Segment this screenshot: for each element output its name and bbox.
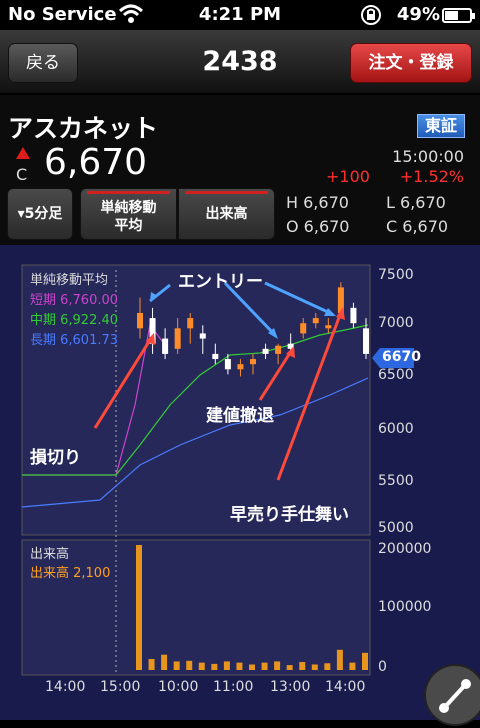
- up-arrow-icon: [16, 147, 30, 159]
- high-value: H 6,670: [286, 193, 349, 212]
- volume-value: 出来高 2,100: [30, 566, 111, 581]
- candle-body: [350, 307, 357, 324]
- current-price-tag: 6670: [382, 349, 421, 365]
- close-value: C 6,670: [386, 217, 449, 236]
- volume-bar: [286, 665, 293, 670]
- volume-title: 出来高: [30, 547, 70, 562]
- price-tick-7500: 7500: [378, 267, 414, 283]
- volume-bar: [136, 545, 142, 670]
- time-tick-1400b: 14:00: [325, 679, 366, 695]
- volume-bar: [186, 660, 193, 670]
- exchange-badge[interactable]: 東証: [417, 114, 465, 138]
- candle-body: [137, 312, 143, 329]
- volume-bar: [173, 661, 180, 670]
- company-name: アスカネット: [8, 114, 159, 143]
- status-bar: No Service 4:21 PM 49%: [0, 0, 480, 30]
- ma-legend-title: 単純移動平均: [30, 273, 109, 288]
- candle-body: [187, 318, 194, 329]
- volume-tick-100000: 100000: [378, 599, 432, 615]
- time-tick-1400a: 14:00: [45, 679, 86, 695]
- volume-bar: [198, 662, 205, 670]
- chart-tool-button[interactable]: [424, 664, 480, 726]
- long-ma-legend: 長期 6,601.73: [30, 333, 119, 348]
- candle-body: [363, 328, 369, 354]
- link-icon: [439, 679, 471, 713]
- volume-bar: [211, 663, 218, 670]
- quote-panel: アスカネット 東証 C 6,670 15:00:00 +100 +1.52% ▾…: [0, 95, 480, 245]
- price-tick-6500: 6500: [378, 367, 414, 383]
- price-tick-5000: 5000: [378, 520, 414, 536]
- volume-tick-200000: 200000: [378, 541, 432, 557]
- chart-area[interactable]: 単純移動平均 短期 6,760.00 中期 6,922.40 長期 6,601.…: [0, 245, 480, 720]
- mid-ma-legend: 中期 6,922.40: [30, 313, 119, 328]
- volume-bar: [148, 658, 155, 670]
- volume-bar: [223, 661, 230, 670]
- battery-icon: [442, 8, 475, 23]
- annotation-breakeven: 建値撤退: [206, 406, 274, 426]
- price-label: C: [16, 165, 28, 184]
- volume-bar: [336, 649, 343, 670]
- time-tick-1000: 10:00: [158, 679, 199, 695]
- price-tick-6000: 6000: [378, 421, 414, 437]
- candle-body: [250, 359, 256, 365]
- volume-bar: [324, 663, 331, 670]
- volume-bar: [311, 664, 318, 670]
- annotation-stop-loss: 損切り: [30, 448, 81, 468]
- volume-bar: [274, 661, 281, 670]
- candle-body: [212, 353, 219, 360]
- time-tick-1300: 13:00: [270, 679, 311, 695]
- price-tick-7000: 7000: [378, 315, 414, 331]
- candle-body: [312, 318, 319, 324]
- price-change: +100: [326, 167, 370, 186]
- time-tick-1100: 11:00: [213, 679, 254, 695]
- volume-bar: [236, 662, 243, 670]
- volume-panel: [21, 539, 371, 676]
- candle-body: [199, 333, 206, 339]
- candle-body: [325, 325, 332, 329]
- open-value: O 6,670: [286, 217, 350, 236]
- volume-bar: [349, 662, 356, 670]
- battery-percent: 49%: [396, 4, 440, 25]
- annotation-entry: エントリー: [178, 272, 263, 292]
- short-ma-legend: 短期 6,760.00: [30, 293, 119, 308]
- candle-body: [237, 364, 244, 370]
- volume-label: 出来高: [205, 206, 248, 222]
- candle-body: [162, 338, 169, 354]
- moving-average-button[interactable]: 単純移動 平均: [80, 188, 177, 240]
- candle-body: [224, 359, 231, 370]
- rotation-lock-icon: [361, 5, 381, 25]
- current-price: 6,670: [44, 142, 148, 183]
- nav-bar: 戻る 2438 注文・登録: [0, 30, 480, 94]
- moving-average-label: 単純移動 平均: [100, 200, 157, 234]
- candle-body: [262, 348, 269, 354]
- time-tick-1500: 15:00: [100, 679, 141, 695]
- low-value: L 6,670: [386, 193, 446, 212]
- price-tick-5500: 5500: [378, 473, 414, 489]
- price-change-percent: +1.52%: [399, 167, 464, 186]
- volume-button[interactable]: 出来高: [178, 188, 275, 240]
- volume-bar: [299, 662, 306, 670]
- annotation-early-exit: 早売り手仕舞い: [230, 505, 349, 525]
- volume-bar: [249, 664, 255, 670]
- quote-time: 15:00:00: [392, 147, 464, 166]
- candle-body: [300, 323, 307, 334]
- candle-body: [275, 345, 282, 354]
- volume-bar: [261, 662, 268, 670]
- candle-body: [174, 328, 181, 349]
- volume-tick-0: 0: [378, 659, 387, 675]
- order-register-button[interactable]: 注文・登録: [350, 43, 472, 83]
- period-selector-button[interactable]: ▾5分足: [7, 188, 73, 240]
- volume-bar: [362, 652, 368, 670]
- volume-bar: [161, 654, 168, 670]
